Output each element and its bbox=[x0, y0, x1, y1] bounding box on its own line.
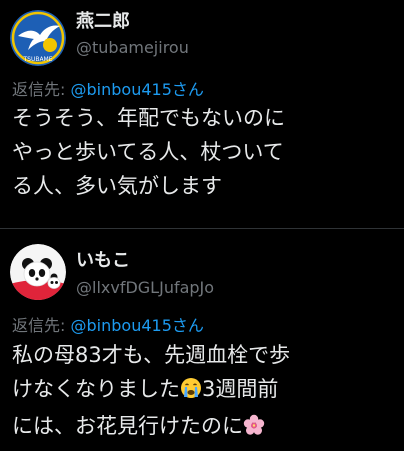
tweet[interactable]: いもこ @llxvfDGLJufapJo 返信先: @binbou415さん 私… bbox=[0, 229, 404, 451]
display-name[interactable]: 燕二郎 bbox=[76, 11, 130, 33]
crying-face-emoji-icon bbox=[180, 375, 202, 409]
tweet-text-line: る人、多い気がします bbox=[12, 174, 222, 198]
reply-context: 返信先: @binbou415さん bbox=[12, 316, 204, 336]
user-handle[interactable]: @tubamejirou bbox=[76, 38, 189, 58]
display-name[interactable]: いもこ bbox=[76, 250, 130, 272]
user-handle[interactable]: @llxvfDGLJufapJo bbox=[76, 278, 214, 298]
tweet-text: 私の母83才も、先週血栓で歩 けなくなりました 3週間前 には、お花見行けたのに bbox=[12, 338, 396, 446]
profile-avatar[interactable]: TSUBAME bbox=[10, 10, 66, 66]
swallow-bird-avatar-icon: TSUBAME bbox=[10, 10, 66, 66]
reply-mention-link[interactable]: @binbou415さん bbox=[71, 316, 204, 335]
tweet-text-segment: けなくなりました bbox=[12, 377, 180, 401]
tweet-text: そうそう、年配でもないのに やっと歩いてる人、杖ついて る人、多い気がします bbox=[12, 101, 396, 203]
panda-avatar-icon bbox=[10, 244, 66, 300]
tweet-text-line: そうそう、年配でもないのに bbox=[12, 106, 285, 130]
reply-label: 返信先: bbox=[12, 80, 66, 99]
tweet-text-line: けなくなりました 3週間前 bbox=[12, 372, 396, 409]
tweet-text-line: やっと歩いてる人、杖ついて bbox=[12, 140, 284, 164]
tweet-text-segment: 3週間前 bbox=[202, 377, 279, 401]
avatar-logo-text: TSUBAME bbox=[22, 56, 52, 63]
cherry-blossom-emoji-icon bbox=[243, 412, 265, 446]
tweet-text-segment: には、お花見行けたのに bbox=[12, 414, 243, 438]
tweet-text-line: には、お花見行けたのに bbox=[12, 409, 396, 446]
tweet-text-line: 私の母83才も、先週血栓で歩 bbox=[12, 343, 291, 367]
reply-context: 返信先: @binbou415さん bbox=[12, 80, 204, 100]
reply-label: 返信先: bbox=[12, 316, 66, 335]
profile-avatar[interactable] bbox=[10, 244, 66, 300]
tweet[interactable]: TSUBAME 燕二郎 @tubamejirou 返信先: @binbou415… bbox=[0, 0, 404, 228]
reply-mention-link[interactable]: @binbou415さん bbox=[71, 80, 204, 99]
